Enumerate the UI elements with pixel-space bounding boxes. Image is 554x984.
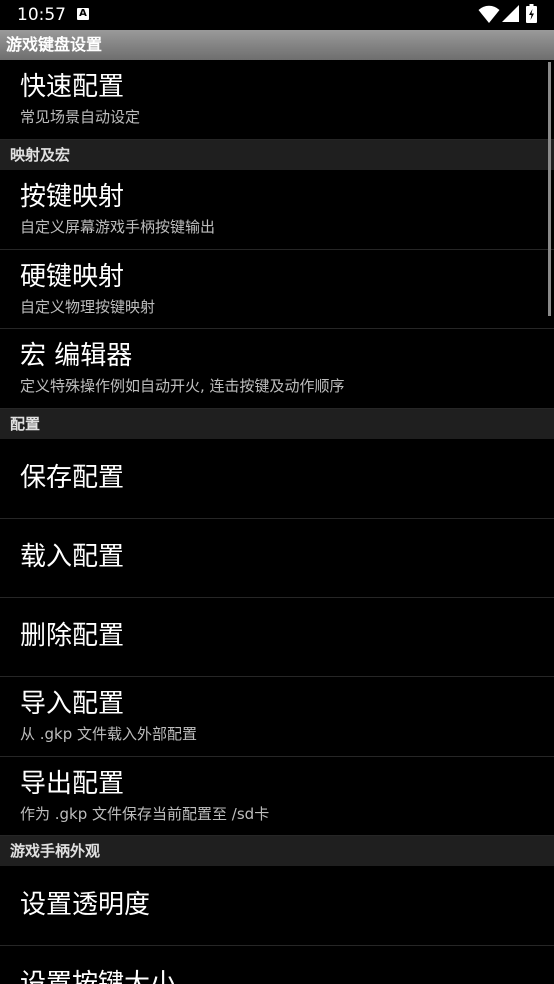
list-item-delete-config[interactable]: 删除配置 <box>0 598 554 677</box>
scrollbar[interactable] <box>548 62 551 316</box>
item-subtitle: 自定义物理按键映射 <box>20 298 156 316</box>
list-item-hard-key-mapping[interactable]: 硬键映射 自定义物理按键映射 <box>0 250 554 329</box>
signal-icon <box>502 5 519 22</box>
status-time: 10:57 <box>17 5 66 25</box>
battery-icon <box>526 4 537 23</box>
list-item-load-config[interactable]: 载入配置 <box>0 519 554 598</box>
item-subtitle: 自定义屏幕游戏手柄按键输出 <box>20 218 216 236</box>
item-title: 设置按键大小 <box>20 969 177 984</box>
section-header-appearance: 游戏手柄外观 <box>0 836 554 866</box>
section-label: 配置 <box>10 415 41 433</box>
item-title: 硬键映射 <box>20 262 125 292</box>
section-header-config: 配置 <box>0 409 554 439</box>
item-title: 设置透明度 <box>20 890 151 920</box>
item-subtitle: 作为 .gkp 文件保存当前配置至 /sd卡 <box>20 805 270 823</box>
item-title: 宏 编辑器 <box>20 341 133 371</box>
list-item-set-key-size[interactable]: 设置按键大小 <box>0 946 554 984</box>
item-title: 快速配置 <box>20 72 125 102</box>
list-item-quick-config[interactable]: 快速配置 常见场景自动设定 <box>0 60 554 140</box>
page-title: 游戏键盘设置 <box>6 35 103 54</box>
item-title: 导入配置 <box>20 689 125 719</box>
list-item-save-config[interactable]: 保存配置 <box>0 439 554 519</box>
list-item-macro-editor[interactable]: 宏 编辑器 定义特殊操作例如自动开火, 连击按键及动作顺序 <box>0 329 554 409</box>
item-title: 保存配置 <box>20 463 125 493</box>
item-title: 按键映射 <box>20 182 125 212</box>
list-item-import-config[interactable]: 导入配置 从 .gkp 文件载入外部配置 <box>0 677 554 757</box>
list-item-set-transparency[interactable]: 设置透明度 <box>0 866 554 946</box>
section-label: 映射及宏 <box>10 146 71 164</box>
list-item-export-config[interactable]: 导出配置 作为 .gkp 文件保存当前配置至 /sd卡 <box>0 757 554 836</box>
settings-list[interactable]: 快速配置 常见场景自动设定 映射及宏 按键映射 自定义屏幕游戏手柄按键输出 硬键… <box>0 60 554 984</box>
section-header-mapping: 映射及宏 <box>0 140 554 170</box>
item-subtitle: 常见场景自动设定 <box>20 108 141 126</box>
item-subtitle: 定义特殊操作例如自动开火, 连击按键及动作顺序 <box>20 377 345 395</box>
status-bar: 10:57 A <box>0 0 554 30</box>
item-title: 载入配置 <box>20 542 125 572</box>
item-subtitle: 从 .gkp 文件载入外部配置 <box>20 725 198 743</box>
wifi-icon <box>478 5 500 24</box>
item-title: 删除配置 <box>20 621 125 651</box>
list-item-key-mapping[interactable]: 按键映射 自定义屏幕游戏手柄按键输出 <box>0 170 554 250</box>
title-bar: 游戏键盘设置 <box>0 30 554 60</box>
notification-icon: A <box>77 8 89 20</box>
section-label: 游戏手柄外观 <box>10 842 101 860</box>
item-title: 导出配置 <box>20 769 125 799</box>
notification-letter: A <box>79 8 87 19</box>
